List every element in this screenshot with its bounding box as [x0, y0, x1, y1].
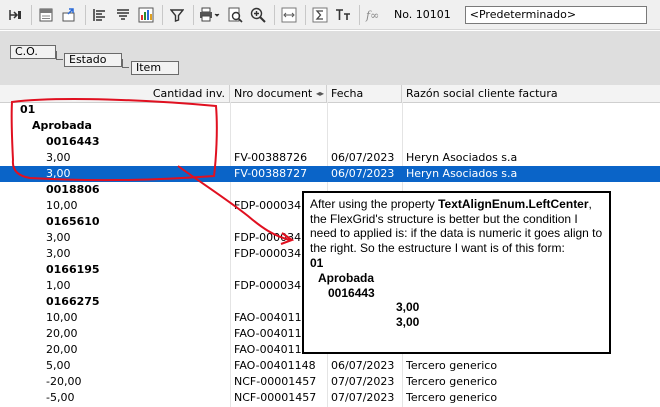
cell-fecha: 06/07/2023: [331, 359, 395, 372]
group-label: Aprobada: [32, 119, 92, 132]
column-header-label: Nro document: [234, 87, 313, 100]
table-row[interactable]: -5,00 NCF-00001457 07/07/2023 Tercero gener…: [0, 390, 660, 406]
cell-fecha: 07/07/2023: [331, 375, 395, 388]
export-excel-icon[interactable]: [37, 6, 55, 24]
toolbar-separator: [305, 4, 306, 25]
cell-fecha: 06/07/2023: [331, 167, 395, 180]
callout-text-part: After using the property: [310, 197, 439, 211]
cell-cantidad: 5,00: [46, 359, 71, 372]
cell-cantidad: 3,00: [46, 167, 71, 180]
cell-cantidad: 20,00: [46, 327, 78, 340]
text-size-icon[interactable]: [334, 6, 352, 24]
cell-cantidad: 3,00: [46, 231, 71, 244]
toolbar: f∞ No. 10101 <Predeterminado>: [0, 0, 660, 30]
cell-cantidad: 3,00: [46, 151, 71, 164]
cell-razon-social: Tercero generico: [406, 375, 498, 388]
group-label: 0018806: [46, 183, 100, 196]
example-value: 3,00: [396, 300, 420, 315]
align-justify-icon[interactable]: [114, 6, 132, 24]
cell-razon-social: Heryn Asociados s.a: [406, 167, 518, 180]
group-by-area: C.O. Estado Item: [0, 31, 660, 85]
toolbar-separator: [274, 4, 275, 25]
group-label: 01: [20, 103, 36, 116]
cell-cantidad: 20,00: [46, 343, 78, 356]
print-icon[interactable]: [199, 6, 221, 24]
cell-nro-documento: FAO-00401148: [234, 359, 316, 372]
sort-arrow-icon: ◂▸: [315, 89, 324, 98]
column-header-razon-social[interactable]: Razón social cliente factura: [402, 85, 660, 102]
cell-nro-documento: FV-00388727: [234, 167, 308, 180]
document-number: No. 10101: [394, 8, 451, 21]
group-label: 0016443: [46, 135, 100, 148]
cell-nro-documento: FV-00388726: [234, 151, 308, 164]
callout-property: TextAlignEnum.LeftCenter: [438, 197, 589, 211]
cell-nro-documento: NCF-00001457: [234, 375, 317, 388]
cell-cantidad: 1,00: [46, 279, 71, 292]
example-level-estado: Aprobada: [318, 270, 375, 285]
group-connector: [56, 51, 63, 60]
column-header-cantidad[interactable]: Cantidad inv.: [0, 85, 230, 102]
cell-razon-social: Tercero generico: [406, 391, 498, 404]
toolbar-separator: [359, 4, 360, 25]
fit-column-icon[interactable]: [280, 6, 298, 24]
export-icon[interactable]: [60, 6, 78, 24]
cell-fecha: 07/07/2023: [331, 391, 395, 404]
chart-icon[interactable]: [137, 6, 155, 24]
filter-icon[interactable]: [168, 6, 186, 24]
table-row[interactable]: 3,00 FV-00388726 06/07/2023 Heryn Asociados…: [0, 150, 660, 166]
group-connector: [122, 59, 129, 68]
annotation-callout: After using the property TextAlignEnum.L…: [302, 191, 611, 354]
toolbar-separator: [162, 4, 163, 25]
cell-cantidad: 10,00: [46, 199, 78, 212]
group-row[interactable]: Aprobada: [0, 118, 660, 134]
column-header-nro-documento[interactable]: Nro document ◂▸: [230, 85, 327, 102]
group-chip-co[interactable]: C.O.: [10, 45, 56, 59]
group-label: 0166275: [46, 295, 100, 308]
grid-header: Cantidad inv. Nro document ◂▸ Fecha Razó…: [0, 85, 660, 103]
cell-fecha: 06/07/2023: [331, 151, 395, 164]
toolbar-separator: [31, 4, 32, 25]
example-value: 3,00: [396, 314, 420, 329]
cell-cantidad: -20,00: [46, 375, 82, 388]
example-level-item: 0016443: [328, 285, 375, 300]
sum-icon[interactable]: [311, 6, 329, 24]
group-row[interactable]: 01: [0, 102, 660, 118]
table-row[interactable]: 3,00 FV-00388727 06/07/2023 Heryn Asociados…: [0, 166, 660, 182]
cell-razon-social: Heryn Asociados s.a: [406, 151, 518, 164]
table-row[interactable]: -20,00 NCF-00001457 07/07/2023 Tercero gene…: [0, 374, 660, 390]
align-left-icon[interactable]: [91, 6, 109, 24]
function-icon[interactable]: f∞: [365, 6, 385, 24]
layout-selector[interactable]: <Predeterminado>: [464, 5, 647, 24]
cell-razon-social: Tercero generico: [406, 359, 498, 372]
example-level-co: 01: [310, 256, 324, 271]
cell-cantidad: -5,00: [46, 391, 75, 404]
print-preview-icon[interactable]: [226, 6, 244, 24]
group-label: 0166195: [46, 263, 100, 276]
group-chip-estado[interactable]: Estado: [64, 53, 122, 67]
column-header-fecha[interactable]: Fecha: [327, 85, 402, 102]
table-row[interactable]: 5,00 FAO-00401148 06/07/2023 Tercero generi…: [0, 358, 660, 374]
callout-text: After using the property TextAlignEnum.L…: [310, 197, 603, 255]
group-label: 0165610: [46, 215, 100, 228]
group-row[interactable]: 0016443: [0, 134, 660, 150]
toolbar-separator: [85, 4, 86, 25]
group-chip-item[interactable]: Item: [131, 61, 179, 75]
cell-nro-documento: NCF-00001457: [234, 391, 317, 404]
column-header-label: Cantidad inv.: [152, 87, 225, 100]
toolbar-separator: [193, 4, 194, 25]
cell-cantidad: 10,00: [46, 311, 78, 324]
svg-text:f∞: f∞: [365, 9, 379, 22]
expand-all-icon[interactable]: [6, 6, 24, 24]
cell-cantidad: 3,00: [46, 247, 71, 260]
column-header-label: Fecha: [331, 87, 364, 100]
zoom-icon[interactable]: [249, 6, 267, 24]
column-header-label: Razón social cliente factura: [406, 87, 558, 100]
